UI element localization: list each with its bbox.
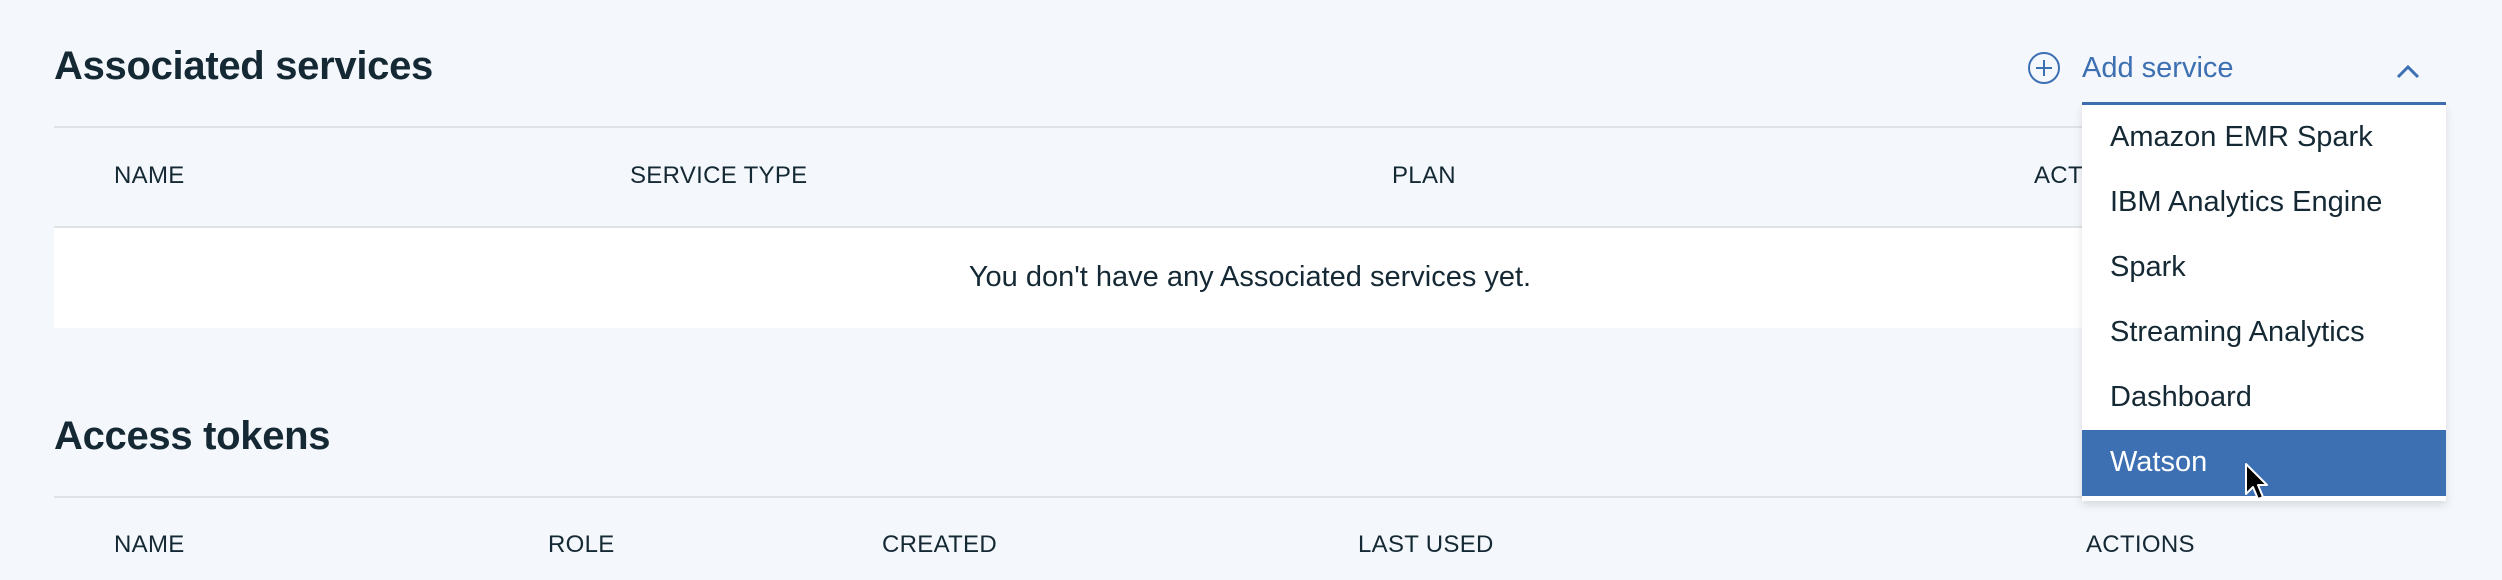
add-circle-icon (2028, 52, 2060, 84)
column-header-plan: PLAN (1392, 162, 1456, 189)
column-header-name: NAME (114, 531, 185, 558)
chevron-up-icon[interactable] (2390, 54, 2426, 90)
dropdown-option-amazon-emr-spark[interactable]: Amazon EMR Spark (2082, 105, 2446, 170)
dropdown-option-streaming-analytics[interactable]: Streaming Analytics (2082, 300, 2446, 365)
column-header-role: ROLE (548, 531, 615, 558)
mouse-pointer-icon (2245, 463, 2268, 500)
dropdown-option-spark[interactable]: Spark (2082, 235, 2446, 300)
column-header-created: CREATED (882, 531, 997, 558)
add-service-button[interactable]: Add service (2026, 48, 2234, 88)
add-service-label: Add service (2082, 51, 2234, 84)
column-header-last-used: LAST USED (1358, 531, 1494, 558)
column-header-service-type: SERVICE TYPE (630, 162, 808, 189)
column-header-name: NAME (114, 162, 185, 189)
dropdown-option-dashboard[interactable]: Dashboard (2082, 365, 2446, 430)
associated-services-title: Associated services (54, 44, 433, 88)
column-header-actions: ACTIONS (2086, 531, 2195, 558)
dropdown-option-ibm-analytics-engine[interactable]: IBM Analytics Engine (2082, 170, 2446, 235)
add-service-dropdown: Amazon EMR Spark IBM Analytics Engine Sp… (2082, 105, 2446, 501)
access-tokens-title: Access tokens (54, 414, 331, 458)
